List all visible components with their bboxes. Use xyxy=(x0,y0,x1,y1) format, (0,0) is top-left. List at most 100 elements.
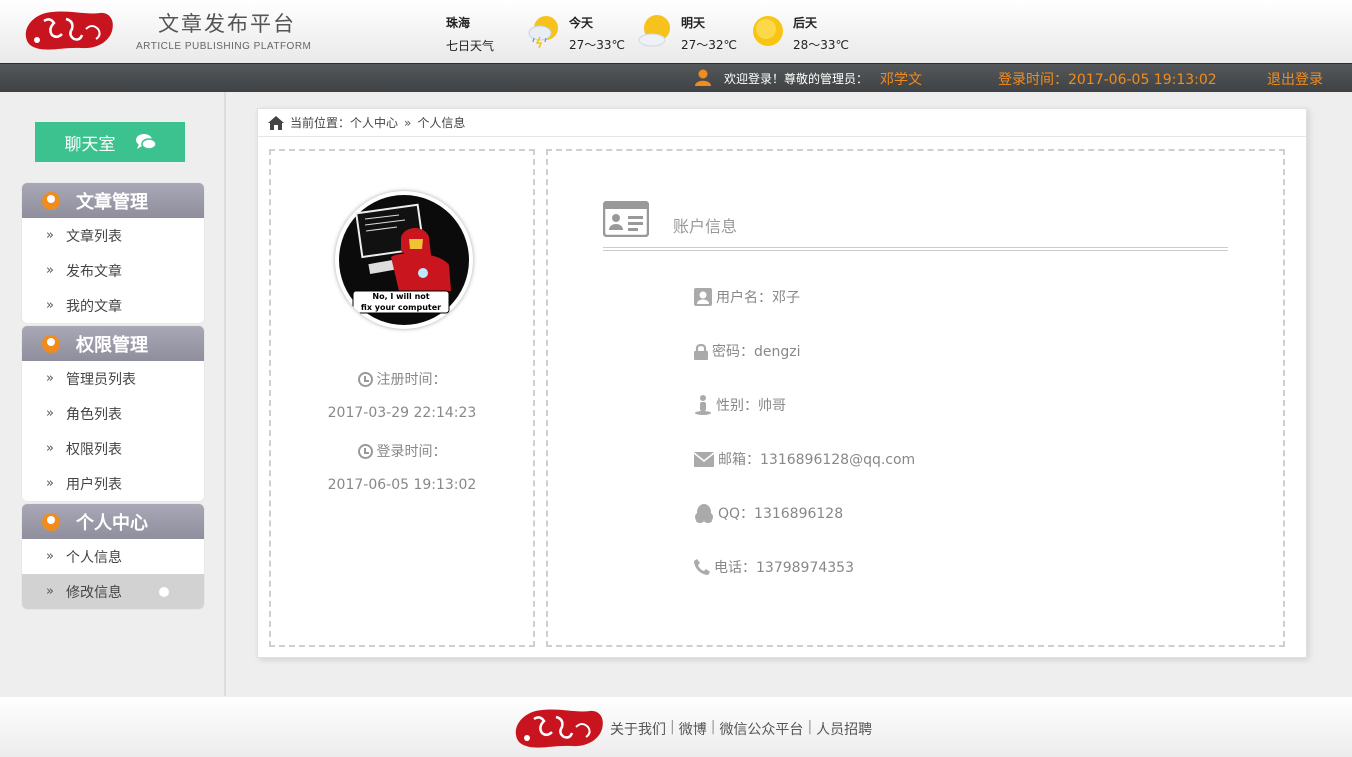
double-chevron-icon: » xyxy=(46,584,54,599)
menu-head-permission[interactable]: 权限管理 xyxy=(22,326,204,361)
site-title: 文章发布平台 xyxy=(158,12,296,36)
divider xyxy=(603,247,1228,251)
user-circle-icon xyxy=(42,334,60,353)
chat-bubbles-icon xyxy=(135,134,156,150)
site-logo[interactable] xyxy=(22,7,116,53)
double-chevron-icon: » xyxy=(46,441,54,456)
sidebar-divider xyxy=(224,92,226,696)
sidebar-item-label: 我的文章 xyxy=(65,298,122,315)
login-time-value: 2017-06-05 19:13:02 xyxy=(327,477,477,493)
profile-card: No, I will not fix your computer 注册时间： 2… xyxy=(269,149,535,647)
login-time-label: 登录时间： xyxy=(271,441,533,461)
phone-value: 电话：13798974353 xyxy=(714,560,854,576)
double-chevron-icon: » xyxy=(46,298,54,313)
email-value: 邮箱：1316896128@qq.com xyxy=(718,452,916,468)
qq-row: QQ：1316896128 xyxy=(694,503,843,523)
id-card-icon xyxy=(603,201,649,237)
weather-week-link[interactable]: 七日天气 xyxy=(446,37,494,54)
sidebar-item-personal-info[interactable]: » 个人信息 xyxy=(22,539,204,574)
breadcrumb-current: 个人信息 xyxy=(417,116,466,130)
menu-group-article: 文章管理 » 文章列表 » 发布文章 » 我的文章 xyxy=(22,183,204,323)
partly-cloudy-icon xyxy=(638,15,670,47)
sidebar-item-label: 权限列表 xyxy=(65,441,122,458)
welcome-text: 欢迎登录！尊敬的管理员： xyxy=(724,72,869,86)
email-row: 邮箱：1316896128@qq.com xyxy=(694,449,915,469)
footer-separator: | xyxy=(710,719,716,735)
chat-room-label: 聊天室 xyxy=(64,134,116,155)
lock-icon xyxy=(694,343,708,360)
account-info-title: 账户信息 xyxy=(673,217,738,236)
footer-separator: | xyxy=(670,719,675,735)
home-icon[interactable] xyxy=(268,115,284,130)
svg-text:No, I will not: No, I will not xyxy=(372,292,429,301)
sidebar-item-admin-list[interactable]: » 管理员列表 xyxy=(22,361,204,396)
forecast-day-tomorrow: 明天 xyxy=(681,16,706,30)
login-time: 登录时间：2017-06-05 19:13:02 xyxy=(998,72,1217,88)
sidebar-item-edit-info[interactable]: » 修改信息 xyxy=(22,574,204,609)
logout-link[interactable]: 退出登录 xyxy=(1267,69,1323,89)
breadcrumb-path[interactable]: 当前位置：个人中心 xyxy=(290,114,398,131)
double-chevron-icon: » xyxy=(46,406,54,421)
sidebar-item-my-articles[interactable]: » 我的文章 xyxy=(22,288,204,323)
menu-group-personal: 个人中心 » 个人信息 » 修改信息 xyxy=(22,504,204,609)
footer-link-about[interactable]: 关于我们 xyxy=(610,719,666,739)
gender-row: 性别：帅哥 xyxy=(694,395,786,415)
breadcrumb: 当前位置：个人中心 » 个人信息 xyxy=(258,109,1306,137)
phone-icon xyxy=(694,559,710,575)
register-time-label: 注册时间： xyxy=(271,369,533,389)
menu-head-article[interactable]: 文章管理 xyxy=(22,183,204,218)
site-subtitle: ARTICLE PUBLISHING PLATFORM xyxy=(136,41,312,52)
footer-link-weibo[interactable]: 微博 xyxy=(679,719,707,739)
user-circle-icon xyxy=(42,191,60,210)
gender-value: 性别：帅哥 xyxy=(716,398,786,414)
forecast-day-after: 后天 xyxy=(793,16,818,30)
username-row: 用户名：邓子 xyxy=(694,287,800,307)
active-indicator-dot xyxy=(159,587,169,597)
user-icon xyxy=(695,69,711,86)
menu-head-personal[interactable]: 个人中心 xyxy=(22,504,204,539)
footer-link-wechat[interactable]: 微信公众平台 xyxy=(719,719,803,739)
thunder-shower-icon xyxy=(528,16,558,49)
sidebar-item-role-list[interactable]: » 角色列表 xyxy=(22,396,204,431)
double-chevron-icon: » xyxy=(46,228,54,243)
sunny-icon xyxy=(753,16,783,46)
user-card-icon xyxy=(694,288,712,306)
sidebar-item-publish-article[interactable]: » 发布文章 xyxy=(22,253,204,288)
footer-links: 关于我们 | 微博 | 微信公众平台 | 人员招聘 xyxy=(610,719,872,739)
top-status-bar: 欢迎登录！尊敬的管理员： 邓学文 登录时间：2017-06-05 19:13:0… xyxy=(0,63,1352,92)
menu-head-label: 权限管理 xyxy=(76,334,148,356)
register-time-value: 2017-03-29 22:14:23 xyxy=(327,405,477,421)
header: 文章发布平台 ARTICLE PUBLISHING PLATFORM 珠海 七日… xyxy=(0,0,1352,63)
footer-separator: | xyxy=(807,719,813,735)
register-time-label-text: 注册时间： xyxy=(376,372,447,388)
svg-text:fix your computer: fix your computer xyxy=(361,303,441,312)
sidebar-item-label: 个人信息 xyxy=(65,549,122,566)
avatar[interactable]: No, I will not fix your computer xyxy=(335,191,473,329)
sidebar-item-permission-list[interactable]: » 权限列表 xyxy=(22,431,204,466)
double-chevron-icon: » xyxy=(46,549,54,564)
sidebar-item-article-list[interactable]: » 文章列表 xyxy=(22,218,204,253)
main-panel: 当前位置：个人中心 » 个人信息 No, I will not fix your… xyxy=(257,108,1307,658)
sidebar-item-label: 角色列表 xyxy=(65,406,122,423)
envelope-icon xyxy=(694,451,714,467)
breadcrumb-separator-icon: » xyxy=(404,115,412,130)
user-circle-icon xyxy=(42,512,60,531)
qq-value: QQ：1316896128 xyxy=(718,506,844,522)
clock-icon xyxy=(357,443,373,459)
menu-head-label: 个人中心 xyxy=(76,512,148,534)
double-chevron-icon: » xyxy=(46,476,54,491)
qq-penguin-icon xyxy=(695,504,713,523)
footer-logo[interactable] xyxy=(512,705,606,751)
sidebar-item-label: 文章列表 xyxy=(65,228,122,245)
chat-room-button[interactable]: 聊天室 xyxy=(35,122,185,162)
forecast-day-today: 今天 xyxy=(569,16,594,30)
forecast-temp-after: 28～33℃ xyxy=(793,38,850,52)
footer: 关于我们 | 微博 | 微信公众平台 | 人员招聘 xyxy=(0,697,1352,757)
footer-link-jobs[interactable]: 人员招聘 xyxy=(816,719,872,739)
phone-row: 电话：13798974353 xyxy=(694,557,854,577)
avatar-image: No, I will not fix your computer xyxy=(339,195,469,325)
clock-icon xyxy=(357,371,373,387)
username-value: 用户名：邓子 xyxy=(716,290,800,306)
sidebar-item-user-list[interactable]: » 用户列表 xyxy=(22,466,204,501)
account-info-card: 账户信息 用户名：邓子 密码：dengzi 性别：帅哥 邮箱：131689612… xyxy=(546,149,1285,647)
